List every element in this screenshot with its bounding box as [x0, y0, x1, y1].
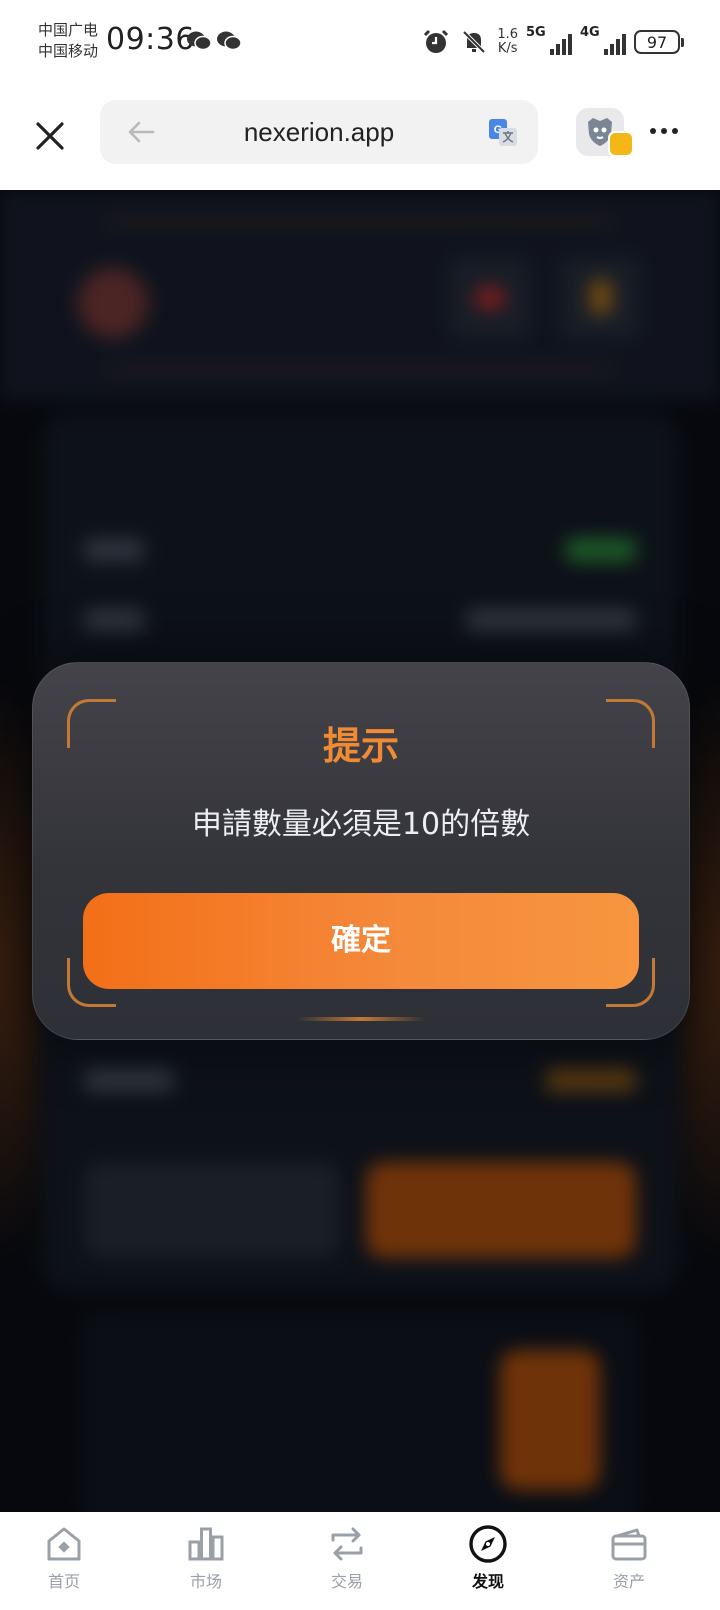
tab-market[interactable]: 市场: [161, 1524, 251, 1604]
address-bar[interactable]: nexerion.app G: [100, 100, 538, 164]
alarm-icon: [421, 27, 451, 57]
mute-icon: [459, 27, 489, 57]
wechat-icon: [217, 31, 242, 51]
url-text[interactable]: nexerion.app: [100, 117, 538, 148]
signal-icon: [604, 34, 626, 55]
tab-label: 资产: [612, 1572, 645, 1591]
battery-level: 97: [646, 32, 668, 52]
tab-home[interactable]: 首页: [19, 1524, 109, 1604]
home-icon: [47, 1527, 81, 1561]
bottom-tab-bar: 首页 市场 交易 发现 资产: [0, 1512, 720, 1610]
dialog-glow-line: [297, 1017, 425, 1021]
close-icon[interactable]: [30, 116, 70, 156]
market-icon: [188, 1527, 224, 1561]
wallet-icon: [611, 1528, 647, 1561]
net-speed-value: 1.6: [497, 27, 518, 42]
tab-label: 首页: [47, 1572, 80, 1591]
tab-label: 发现: [471, 1572, 504, 1591]
signal-5g: 5G: [526, 25, 572, 57]
dialog-message: 申請數量必須是10的倍數: [191, 807, 531, 842]
network-label-2: 4G: [580, 25, 600, 40]
carrier-1: 中国广电: [38, 21, 99, 39]
status-time: 09:36: [106, 22, 195, 57]
network-label-1: 5G: [526, 25, 546, 40]
confirm-button[interactable]: 確定: [83, 893, 639, 989]
trade-icon: [331, 1527, 363, 1561]
wechat-icon: [187, 31, 212, 51]
carrier-2: 中国移动: [38, 42, 99, 60]
more-icon[interactable]: [648, 124, 680, 138]
extension-badge-icon: [608, 131, 634, 157]
status-icons: 1.6 K/s 5G 4G 97: [421, 24, 684, 60]
tab-assets[interactable]: 资产: [584, 1524, 674, 1604]
compass-icon: [469, 1525, 507, 1563]
translate-icon[interactable]: G: [488, 118, 518, 148]
net-speed-unit: K/s: [497, 41, 518, 56]
browser-toolbar: nexerion.app G: [0, 88, 720, 190]
status-bar: 中国广电 中国移动 09:36 1.6 K/s 5G 4G 97: [0, 0, 720, 88]
dialog-title: 提示: [322, 724, 399, 768]
tab-discover[interactable]: 发现: [443, 1524, 533, 1604]
tab-label: 交易: [330, 1572, 363, 1591]
signal-icon: [550, 34, 572, 55]
carrier-info: 中国广电 中国移动: [38, 20, 98, 62]
tab-trade[interactable]: 交易: [302, 1524, 392, 1604]
net-speed: 1.6 K/s: [497, 28, 518, 56]
signal-4g: 4G: [580, 25, 626, 57]
alert-dialog: 提示 申請數量必須是10的倍數 確定: [32, 662, 690, 1040]
tab-label: 市场: [189, 1572, 222, 1591]
battery-icon: 97: [634, 30, 684, 54]
